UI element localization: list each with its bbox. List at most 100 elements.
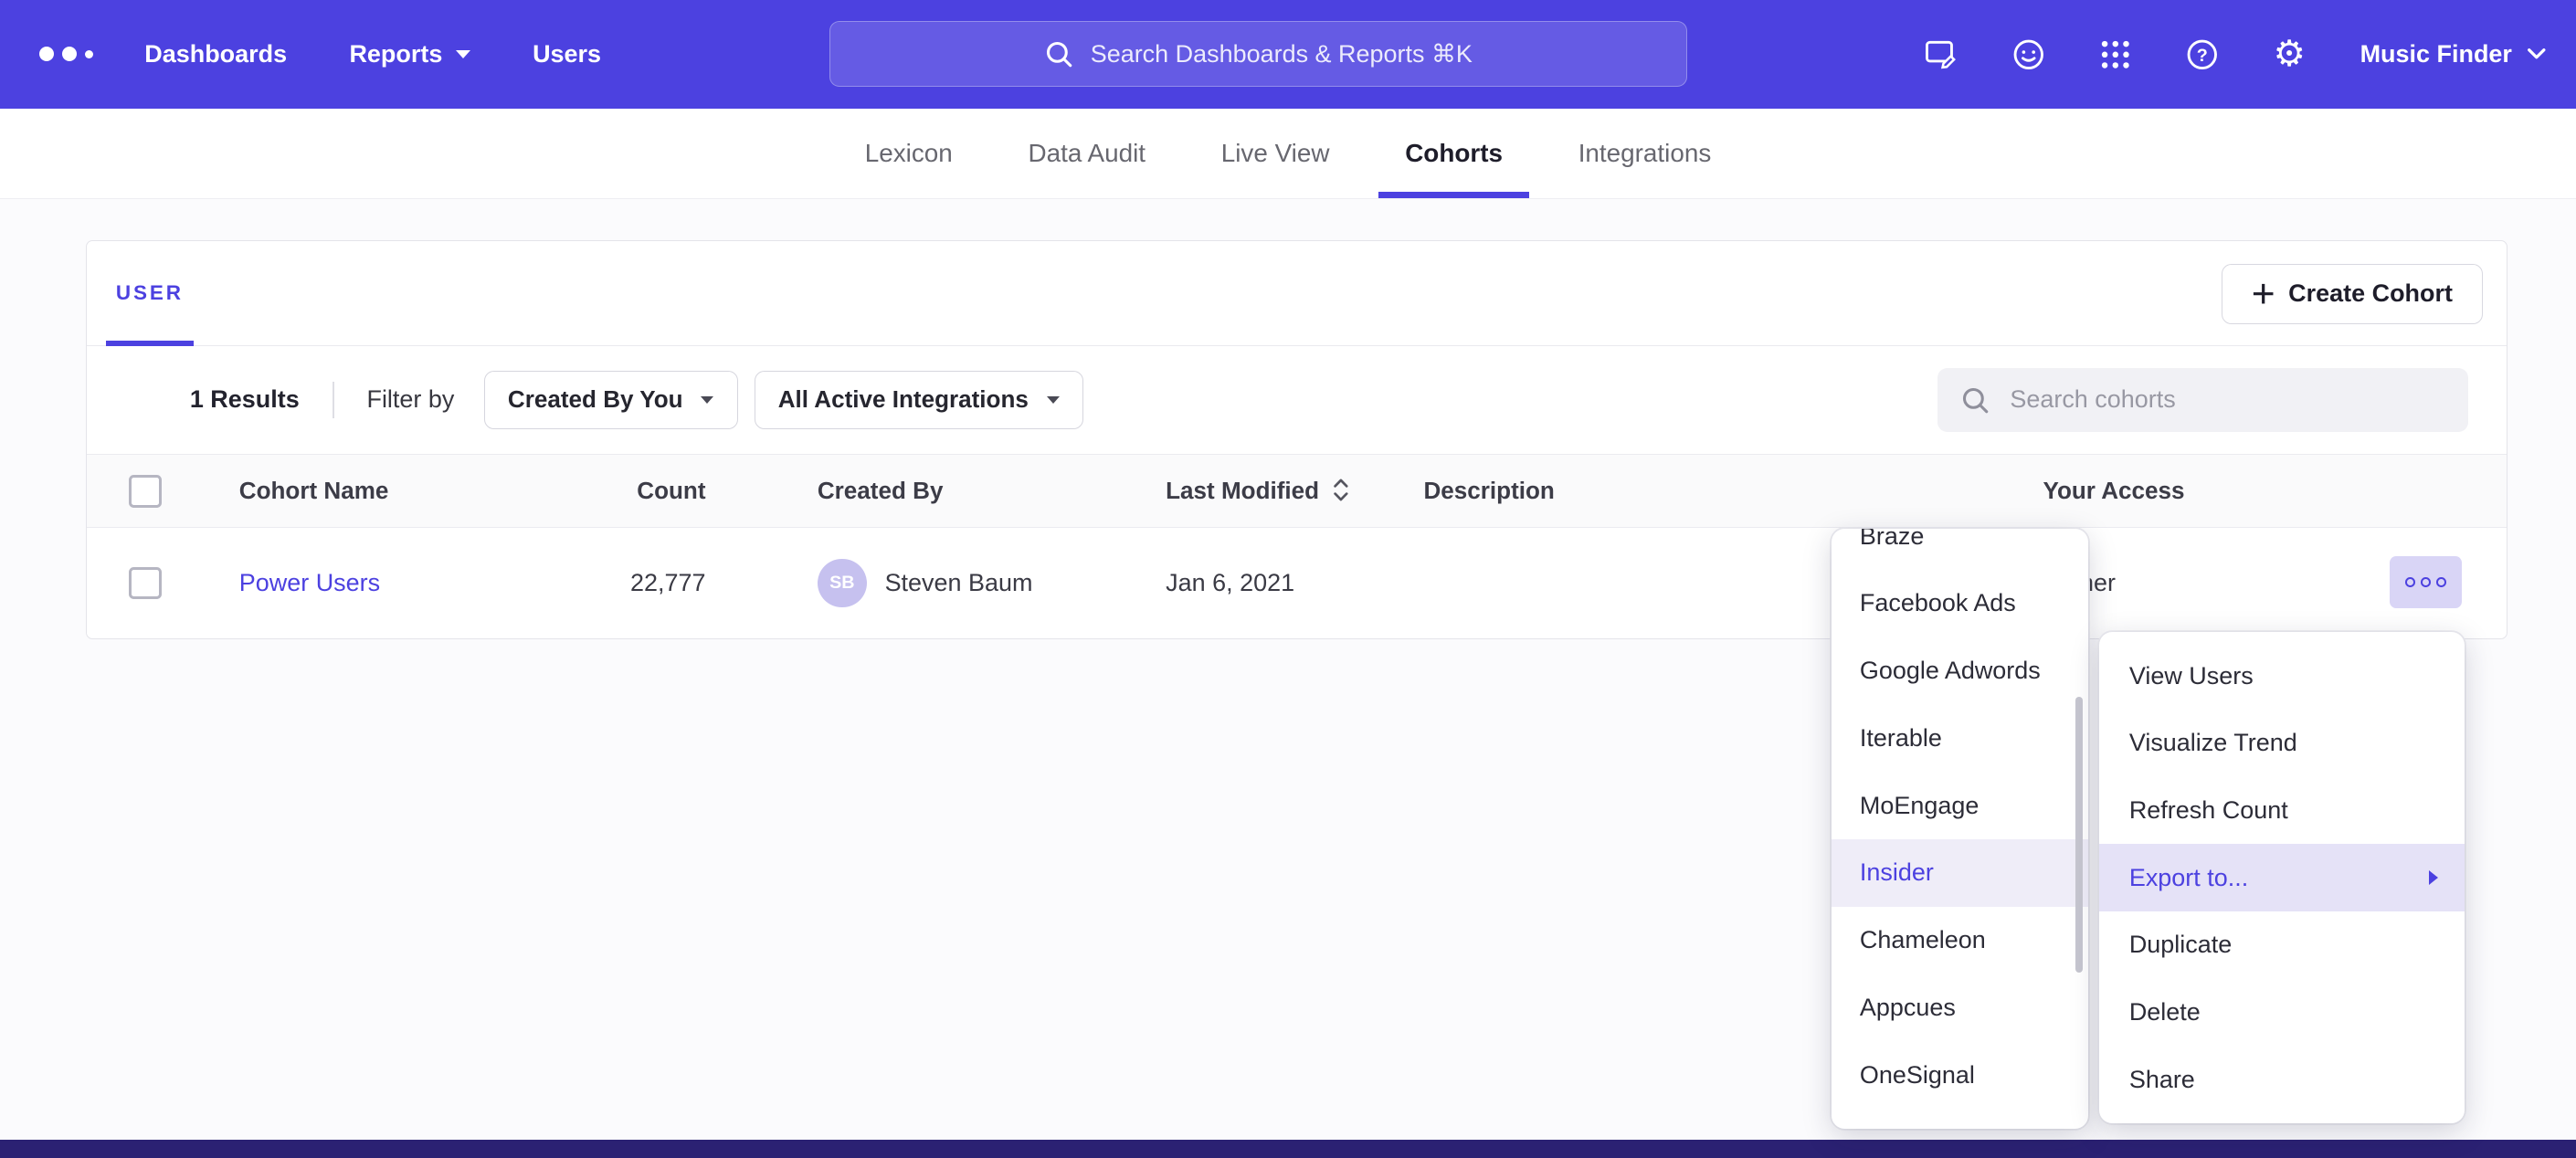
top-nav: Dashboards Reports Users Search Dashboar…	[0, 0, 2576, 109]
cohorts-card: USER Create Cohort 1 Results Filter by C…	[86, 240, 2507, 639]
table-header: Cohort Name Count Created By Last Modifi…	[87, 454, 2507, 528]
global-search-button[interactable]: Search Dashboards & Reports ⌘K	[829, 21, 1687, 87]
section-tabs: Lexicon Data Audit Live View Cohorts Int…	[0, 109, 2576, 199]
feedback-icon[interactable]	[1921, 35, 1960, 74]
col-header-your-access[interactable]: Your Access	[2043, 477, 2507, 505]
tab-lexicon[interactable]: Lexicon	[839, 109, 979, 198]
menu-item-export-to[interactable]: Export to...	[2099, 844, 2464, 911]
create-cohort-label: Create Cohort	[2288, 279, 2453, 308]
created-by-name: Steven Baum	[885, 569, 1033, 597]
caret-down-icon	[1047, 396, 1060, 404]
ellipsis-icon	[2421, 577, 2431, 587]
chevron-right-icon	[2429, 870, 2438, 885]
submenu-item-braze[interactable]: Braze	[1832, 529, 2088, 570]
filter-by-label: Filter by	[366, 385, 454, 414]
filter-bar: 1 Results Filter by Created By You All A…	[87, 346, 2507, 455]
svg-text:?: ?	[2197, 46, 2208, 66]
apps-grid-icon[interactable]	[2096, 35, 2135, 74]
tab-data-audit[interactable]: Data Audit	[1002, 109, 1172, 198]
col-header-label: Last Modified	[1166, 477, 1319, 504]
nav-item-label: Dashboards	[144, 40, 287, 68]
help-icon[interactable]: ?	[2182, 35, 2222, 74]
nav-item-dashboards[interactable]: Dashboards	[144, 40, 287, 68]
cohort-search-field[interactable]	[1937, 368, 2468, 432]
nav-item-users[interactable]: Users	[533, 40, 601, 68]
create-cohort-button[interactable]: Create Cohort	[2222, 264, 2483, 325]
submenu-item-facebook-ads[interactable]: Facebook Ads	[1832, 570, 2088, 637]
cohort-count: 22,777	[587, 569, 705, 597]
user-tab-label: USER	[116, 281, 184, 305]
caret-down-icon	[701, 396, 713, 404]
tab-label: Data Audit	[1028, 139, 1145, 168]
cohort-search-input[interactable]	[2007, 384, 2445, 416]
menu-item-label: Visualize Trend	[2129, 729, 2297, 757]
menu-item-label: Refresh Count	[2129, 796, 2288, 825]
support-smiley-icon[interactable]	[2009, 35, 2048, 74]
submenu-item-iterable[interactable]: Iterable	[1832, 705, 2088, 773]
submenu-scrollbar[interactable]	[2075, 697, 2084, 973]
tab-label: Lexicon	[865, 139, 953, 168]
filter-created-by-dropdown[interactable]: Created By You	[484, 371, 738, 430]
col-header-label: Created By	[818, 477, 944, 505]
submenu-item-appcues[interactable]: Appcues	[1832, 974, 2088, 1041]
tab-user-cohorts[interactable]: USER	[106, 241, 194, 345]
mixpanel-logo-icon[interactable]	[39, 47, 95, 61]
menu-item-duplicate[interactable]: Duplicate	[2099, 911, 2464, 979]
submenu-item-chameleon[interactable]: Chameleon	[1832, 907, 2088, 974]
chevron-down-icon	[2527, 47, 2547, 60]
footer-strip	[0, 1140, 2576, 1158]
top-nav-items: Dashboards Reports Users	[144, 40, 601, 68]
col-header-last-modified[interactable]: Last Modified	[1166, 477, 1423, 505]
workspace-switcher[interactable]: Music Finder	[2360, 40, 2547, 68]
sort-icon[interactable]	[1332, 478, 1350, 502]
col-header-created-by[interactable]: Created By	[706, 477, 1167, 505]
cohorts-card-header: USER Create Cohort	[87, 241, 2507, 346]
menu-item-label: Export to...	[2129, 864, 2248, 892]
col-header-cohort-name[interactable]: Cohort Name	[201, 477, 587, 505]
menu-item-label: Duplicate	[2129, 931, 2232, 959]
menu-item-refresh-count[interactable]: Refresh Count	[2099, 777, 2464, 845]
menu-item-delete[interactable]: Delete	[2099, 979, 2464, 1047]
global-search-placeholder: Search Dashboards & Reports ⌘K	[1091, 40, 1473, 68]
export-submenu-list: Braze Facebook Ads Google Adwords Iterab…	[1832, 529, 2088, 1109]
menu-item-share[interactable]: Share	[2099, 1047, 2464, 1114]
tab-live-view[interactable]: Live View	[1195, 109, 1356, 198]
submenu-item-moengage[interactable]: MoEngage	[1832, 772, 2088, 839]
nav-item-reports[interactable]: Reports	[349, 40, 470, 68]
avatar: SB	[818, 559, 867, 608]
plus-icon	[2253, 283, 2274, 304]
cohort-name-link[interactable]: Power Users	[239, 569, 380, 596]
filter-integrations-dropdown[interactable]: All Active Integrations	[755, 371, 1083, 430]
col-header-count[interactable]: Count	[587, 477, 705, 505]
app-window: Dashboards Reports Users Search Dashboar…	[0, 0, 2576, 1158]
menu-item-view-users[interactable]: View Users	[2099, 642, 2464, 710]
row-actions-menu: View Users Visualize Trend Refresh Count…	[2099, 632, 2464, 1123]
workspace-label: Music Finder	[2360, 40, 2512, 68]
row-actions-button[interactable]	[2390, 556, 2462, 609]
top-nav-right: ? ⚙ Music Finder	[1921, 35, 2546, 74]
submenu-item-onesignal[interactable]: OneSignal	[1832, 1041, 2088, 1109]
created-by-cell: SB Steven Baum	[706, 559, 1167, 608]
main-content: USER Create Cohort 1 Results Filter by C…	[0, 199, 2576, 1158]
tab-cohorts[interactable]: Cohorts	[1378, 109, 1528, 198]
ellipsis-icon	[2405, 577, 2415, 587]
tab-integrations[interactable]: Integrations	[1552, 109, 1737, 198]
nav-item-label: Reports	[349, 40, 442, 68]
col-header-description[interactable]: Description	[1423, 477, 2043, 505]
results-count: 1 Results	[190, 385, 300, 414]
select-all-checkbox[interactable]	[129, 475, 162, 508]
settings-gear-icon[interactable]: ⚙	[2270, 35, 2309, 74]
search-icon	[1960, 385, 1990, 415]
menu-item-visualize-trend[interactable]: Visualize Trend	[2099, 710, 2464, 777]
row-checkbox[interactable]	[129, 567, 162, 600]
filter-integrations-value: All Active Integrations	[778, 385, 1029, 414]
filter-created-by-value: Created By You	[508, 385, 683, 414]
table-row: Power Users 22,777 SB Steven Baum Jan 6,…	[87, 528, 2507, 637]
menu-item-label: View Users	[2129, 662, 2254, 690]
tab-label: Cohorts	[1405, 139, 1503, 168]
last-modified-cell: Jan 6, 2021	[1166, 569, 1423, 597]
submenu-item-insider[interactable]: Insider	[1832, 839, 2088, 907]
tab-label: Live View	[1221, 139, 1330, 168]
export-submenu: Braze Facebook Ads Google Adwords Iterab…	[1832, 529, 2088, 1128]
submenu-item-google-adwords[interactable]: Google Adwords	[1832, 637, 2088, 705]
